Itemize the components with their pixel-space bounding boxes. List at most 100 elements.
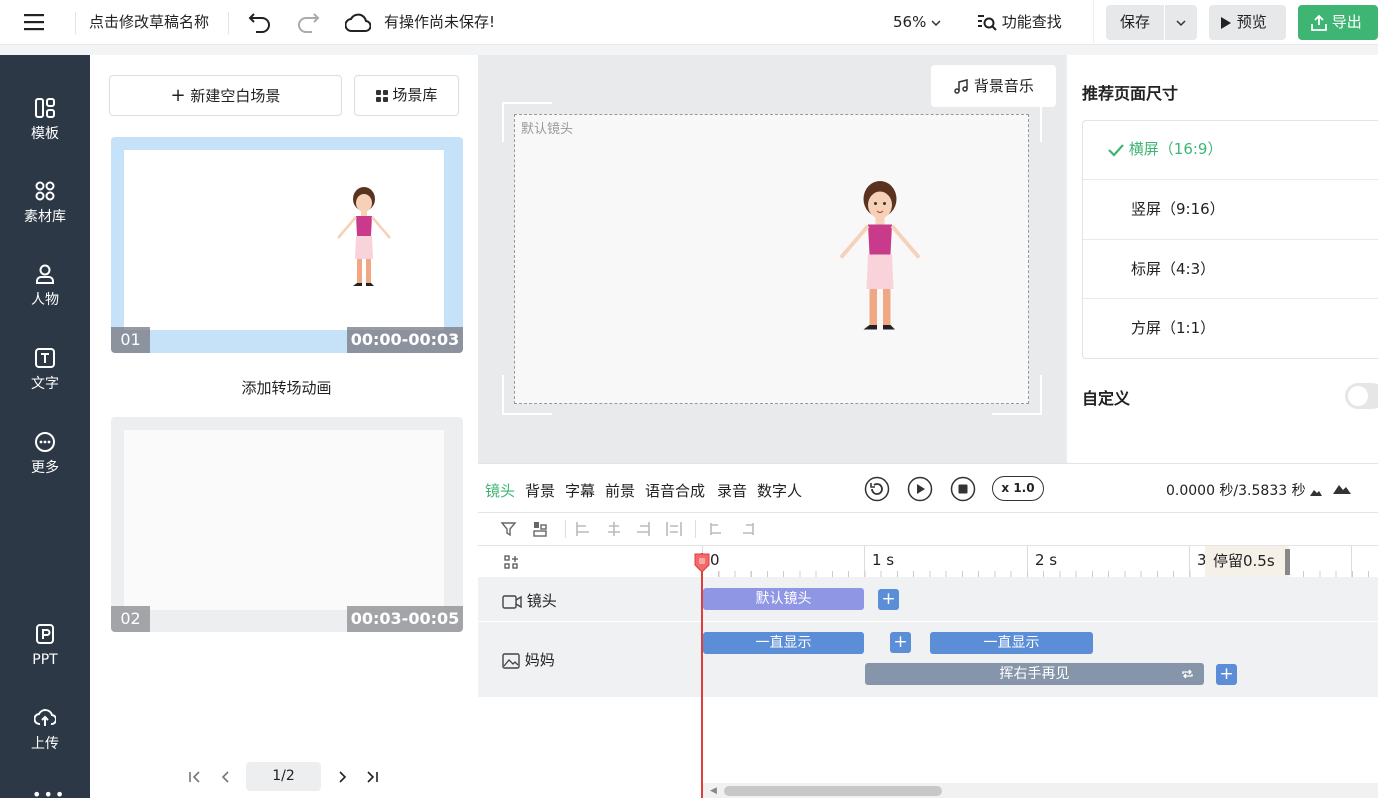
last-page-icon[interactable] — [365, 769, 379, 788]
size-label: 标屏（4:3） — [1131, 260, 1216, 278]
zoom-in-icon[interactable] — [1332, 480, 1352, 499]
scene-card[interactable]: 02 00:03-00:05 — [111, 417, 463, 632]
nav-label: 素材库 — [24, 209, 66, 225]
scene-thumbnail — [124, 150, 444, 330]
page-indicator[interactable]: 1/2 — [246, 762, 321, 791]
add-camera-clip-button[interactable]: + — [878, 589, 899, 610]
tab-subtitle[interactable]: 字幕 — [565, 480, 595, 501]
camera-clip[interactable]: 默认镜头 — [703, 588, 864, 610]
speed-button[interactable]: x 1.0 — [992, 476, 1044, 501]
prev-page-icon[interactable] — [219, 769, 233, 788]
replay-icon[interactable] — [864, 476, 890, 506]
distribute-icon[interactable] — [666, 521, 682, 541]
zoom-select[interactable]: 56% — [893, 0, 941, 45]
add-show-clip-button[interactable]: + — [890, 632, 911, 653]
track-header-mama: 妈妈 — [502, 649, 555, 670]
tab-tts[interactable]: 语音合成 — [645, 480, 705, 501]
play-icon[interactable] — [907, 476, 933, 506]
track-label: 镜头 — [526, 592, 557, 610]
pause-handle[interactable] — [1285, 549, 1290, 575]
tab-camera[interactable]: 镜头 — [485, 480, 515, 501]
size-label: 横屏（16:9） — [1128, 140, 1223, 158]
stop-icon[interactable] — [950, 476, 976, 506]
side-nav: 模板 素材库 人物 文字 更多 PPT 上传 ••• — [0, 55, 90, 798]
nav-label: 模板 — [31, 126, 59, 142]
template-icon — [35, 98, 55, 118]
scroll-left-icon[interactable]: ◀ — [710, 786, 717, 796]
nav-item-person[interactable]: 人物 — [0, 263, 90, 309]
scrollbar-thumb[interactable] — [724, 786, 942, 796]
show-clip[interactable]: 一直显示 — [703, 632, 864, 654]
ruler-label: 0 — [710, 551, 720, 569]
tab-foreground[interactable]: 前景 — [605, 480, 635, 501]
search-label: 功能查找 — [1001, 13, 1062, 31]
zoom-out-icon[interactable] — [1309, 482, 1323, 501]
preview-button[interactable]: 预览 — [1209, 5, 1286, 40]
tab-recording[interactable]: 录音 — [717, 480, 747, 501]
plus-icon: + — [170, 85, 186, 106]
background-music-button[interactable]: 背景音乐 — [931, 65, 1056, 107]
scene-library-button[interactable]: 场景库 — [354, 75, 459, 116]
first-page-icon[interactable] — [188, 769, 202, 788]
pause-marker[interactable]: 停留0.5s — [1205, 546, 1289, 577]
ruler-label: 2 s — [1035, 551, 1058, 569]
align-right-icon[interactable] — [635, 521, 651, 541]
scene-panel: + 新建空白场景 场景库 01 00:00-00:03 添加转场动画 02 00… — [90, 55, 477, 798]
nav-item-text[interactable]: 文字 — [0, 347, 90, 393]
tab-digital-human[interactable]: 数字人 — [757, 480, 802, 501]
timeline-panel: 镜头 背景 字幕 前景 语音合成 录音 数字人 x 1.0 0.0000 秒/3… — [478, 463, 1378, 798]
next-page-icon[interactable] — [335, 769, 349, 788]
size-option[interactable]: 方屏（1:1） — [1083, 298, 1378, 357]
chevron-down-icon — [1176, 19, 1186, 26]
action-clip[interactable]: 挥右手再见 — [865, 663, 1204, 685]
nav-item-upload[interactable]: 上传 — [0, 707, 90, 753]
nav-item-more[interactable]: 更多 — [0, 431, 90, 477]
nav-item-ppt[interactable]: PPT — [0, 623, 90, 668]
undo-icon[interactable] — [248, 11, 272, 37]
time-display: 0.0000 秒/3.5833 秒 — [1166, 483, 1306, 499]
camera-label: 默认镜头 — [521, 122, 574, 137]
grid-icon — [375, 89, 388, 102]
grid-settings-icon[interactable] — [504, 554, 518, 573]
size-option[interactable]: 标屏（4:3） — [1083, 239, 1378, 298]
redo-icon[interactable] — [296, 11, 320, 37]
export-button[interactable]: 导出 — [1298, 5, 1378, 40]
merge-icon[interactable] — [740, 521, 756, 541]
nav-more-dots-icon[interactable]: ••• — [32, 785, 66, 798]
scene-index: 02 — [111, 606, 150, 632]
character-image[interactable] — [835, 175, 925, 343]
add-action-clip-button[interactable]: + — [1216, 664, 1237, 685]
menu-icon[interactable] — [24, 13, 44, 35]
layers-icon[interactable] — [531, 520, 549, 542]
camera-frame[interactable]: 默认镜头 — [514, 114, 1029, 404]
save-dropdown[interactable] — [1165, 5, 1197, 40]
custom-toggle[interactable] — [1345, 383, 1378, 409]
draft-name[interactable]: 点击修改草稿名称 — [89, 0, 209, 45]
align-left-icon[interactable] — [575, 521, 591, 541]
panel-title: 推荐页面尺寸 — [1082, 84, 1179, 103]
split-icon[interactable] — [708, 521, 724, 541]
nav-item-template[interactable]: 模板 — [0, 97, 90, 143]
play-icon — [1221, 16, 1231, 29]
playhead[interactable] — [701, 553, 703, 798]
new-scene-button[interactable]: + 新建空白场景 — [109, 75, 342, 116]
save-button[interactable]: 保存 — [1106, 5, 1164, 40]
ruler-label: 1 s — [872, 551, 895, 569]
align-center-icon[interactable] — [606, 521, 622, 541]
upload-icon — [34, 709, 56, 726]
tab-background[interactable]: 背景 — [525, 480, 555, 501]
horizontal-scrollbar[interactable]: ◀ — [703, 783, 1378, 798]
add-transition-link[interactable]: 添加转场动画 — [90, 377, 483, 398]
size-option[interactable]: 横屏（16:9） — [1083, 120, 1378, 179]
show-clip[interactable]: 一直显示 — [930, 632, 1093, 654]
size-option[interactable]: 竖屏（9:16） — [1083, 179, 1378, 238]
playhead-handle[interactable] — [694, 553, 710, 573]
filter-icon[interactable] — [500, 520, 518, 542]
canvas-area: 背景音乐 默认镜头 — [478, 55, 1066, 463]
scene-card[interactable]: 01 00:00-00:03 — [111, 137, 463, 353]
time-ruler[interactable]: 0 1 s 2 s 3 停留0.5s — [478, 546, 1378, 577]
search-button[interactable]: 功能查找 — [977, 0, 1062, 45]
camera-icon — [502, 594, 522, 609]
nav-item-material[interactable]: 素材库 — [0, 180, 90, 226]
export-icon — [1311, 14, 1327, 31]
